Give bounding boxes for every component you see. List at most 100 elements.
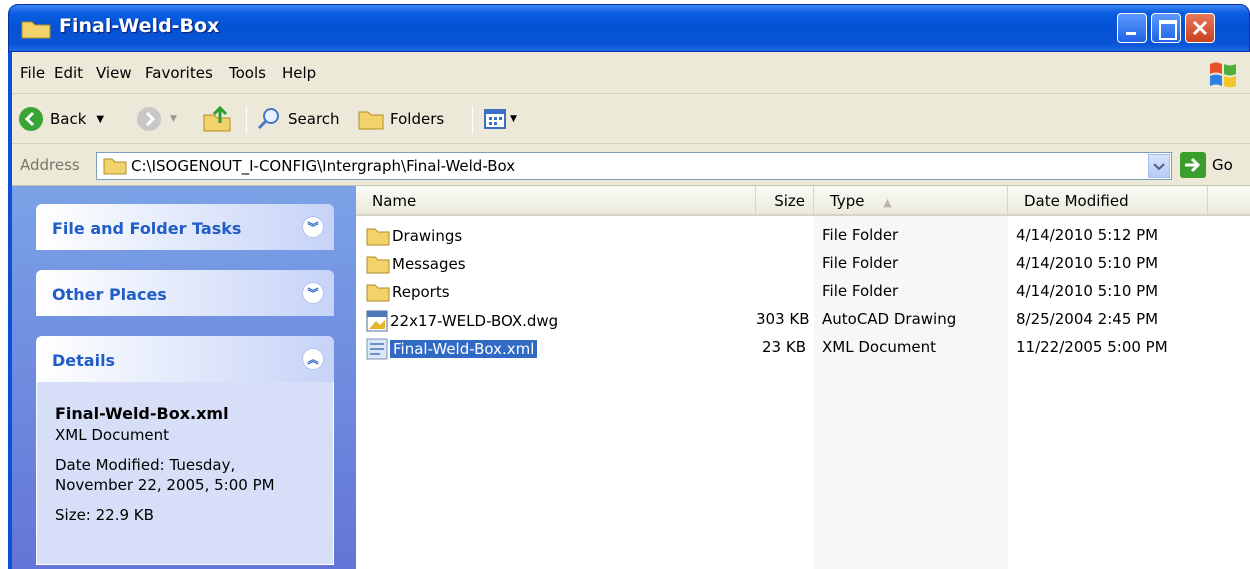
details-file-type: XML Document	[55, 426, 170, 444]
file-row[interactable]: Final-Weld-Box.xml 23 KB XML Document 11/22…	[356, 334, 1250, 362]
column-header-filler	[1208, 186, 1250, 216]
file-type: AutoCAD Drawing	[822, 310, 957, 328]
views-button[interactable]: ▼	[484, 104, 517, 134]
details-header[interactable]: Details ︽	[36, 336, 334, 382]
column-type-label: Type	[830, 192, 865, 210]
address-path: C:\ISOGENOUT_I-CONFIG\Intergraph\Final-W…	[131, 157, 516, 175]
collapse-chevron-icon[interactable]: ︽	[302, 348, 324, 370]
file-row[interactable]: 22x17-WELD-BOX.dwg 303 KB AutoCAD Drawing 8…	[356, 306, 1250, 334]
menu-tools[interactable]: Tools	[229, 64, 266, 82]
column-header-date-modified[interactable]: Date Modified	[1008, 186, 1208, 216]
window-title: Final-Weld-Box	[59, 15, 220, 37]
file-row[interactable]: Drawings File Folder 4/14/2010 5:12 PM	[356, 222, 1250, 250]
file-row[interactable]: Reports File Folder 4/14/2010 5:10 PM	[356, 278, 1250, 306]
go-button[interactable]: Go	[1180, 152, 1233, 178]
file-folder-tasks-title: File and Folder Tasks	[52, 219, 242, 238]
file-name: Reports	[392, 283, 450, 301]
windows-logo-icon	[1210, 62, 1236, 88]
menu-favorites[interactable]: Favorites	[145, 64, 213, 82]
details-date-modified-cont: November 22, 2005, 5:00 PM	[55, 476, 275, 494]
file-name-cell[interactable]: Reports	[366, 282, 450, 302]
go-label: Go	[1212, 156, 1233, 174]
folder-icon	[366, 282, 390, 302]
other-places-header[interactable]: Other Places ︾	[36, 270, 334, 316]
folders-label: Folders	[390, 110, 445, 128]
close-button[interactable]	[1185, 13, 1215, 43]
file-type: File Folder	[822, 282, 899, 300]
folder-icon	[21, 21, 51, 39]
maximize-button[interactable]	[1151, 13, 1181, 43]
search-label: Search	[288, 110, 340, 128]
file-name: Drawings	[392, 227, 463, 245]
file-name: 22x17-WELD-BOX.dwg	[390, 312, 559, 330]
task-pane: File and Folder Tasks ︾ Other Places ︾ D…	[12, 186, 356, 569]
back-arrow-icon	[19, 107, 43, 131]
back-button[interactable]: Back ▼	[18, 104, 104, 134]
file-date-modified: 8/25/2004 2:45 PM	[1016, 310, 1159, 328]
back-dropdown-icon[interactable]: ▼	[96, 114, 104, 125]
file-date-modified: 4/14/2010 5:10 PM	[1016, 282, 1159, 300]
details-file-name: Final-Weld-Box.xml	[55, 404, 229, 423]
file-type: File Folder	[822, 226, 899, 244]
column-header-type[interactable]: Type ▲	[814, 186, 1008, 216]
dwg-file-icon	[366, 310, 388, 332]
column-header-size[interactable]: Size	[756, 186, 814, 216]
menu-help[interactable]: Help	[282, 64, 316, 82]
file-name: Messages	[392, 255, 466, 273]
menu-view[interactable]: View	[96, 64, 132, 82]
column-header-name[interactable]: Name	[356, 186, 756, 216]
address-input[interactable]: C:\ISOGENOUT_I-CONFIG\Intergraph\Final-W…	[96, 152, 1172, 180]
back-label: Back	[50, 110, 87, 128]
title-bar[interactable]: Final-Weld-Box	[8, 4, 1250, 52]
column-date-label: Date Modified	[1024, 192, 1129, 210]
folder-icon	[366, 226, 390, 246]
toolbar-separator	[472, 106, 473, 134]
menu-bar: File Edit View Favorites Tools Help	[12, 52, 1250, 94]
minimize-button[interactable]	[1117, 13, 1147, 43]
details-title: Details	[52, 351, 116, 370]
file-name-cell[interactable]: Final-Weld-Box.xml	[366, 338, 539, 360]
details-size: Size: 22.9 KB	[55, 506, 154, 524]
file-list[interactable]: Name Size Type ▲ Date Modified Drawings F…	[356, 186, 1250, 569]
details-panel: Final-Weld-Box.xml XML Document Date Mod…	[36, 382, 334, 565]
up-folder-button[interactable]	[202, 104, 232, 134]
file-date-modified: 4/14/2010 5:10 PM	[1016, 254, 1159, 272]
folders-icon	[358, 111, 384, 130]
menu-file[interactable]: File	[20, 64, 45, 82]
forward-dropdown-icon[interactable]: ▼	[170, 114, 177, 124]
xml-file-icon	[366, 338, 388, 360]
views-icon	[484, 109, 506, 129]
sort-ascending-icon: ▲	[883, 196, 892, 209]
file-type: XML Document	[822, 338, 937, 356]
column-size-label: Size	[774, 192, 805, 210]
address-label: Address	[20, 156, 80, 174]
views-dropdown-icon: ▼	[510, 114, 517, 124]
file-date-modified: 4/14/2010 5:12 PM	[1016, 226, 1159, 244]
menu-edit[interactable]: Edit	[54, 64, 83, 82]
search-button[interactable]: Search	[256, 104, 340, 134]
forward-arrow-icon	[137, 107, 161, 131]
expand-chevron-icon[interactable]: ︾	[302, 216, 324, 238]
close-icon	[1192, 20, 1208, 36]
column-name-label: Name	[372, 192, 417, 210]
forward-button[interactable]: ▼	[136, 104, 177, 134]
file-size: 23 KB	[762, 338, 806, 356]
folders-button[interactable]: Folders	[358, 104, 444, 134]
up-folder-icon	[203, 105, 231, 132]
file-name: Final-Weld-Box.xml	[388, 339, 539, 359]
file-folder-tasks-header[interactable]: File and Folder Tasks ︾	[36, 204, 334, 250]
toolbar: Back ▼ ▼ Search Folders ▼	[12, 94, 1250, 144]
file-date-modified: 11/22/2005 5:00 PM	[1016, 338, 1168, 356]
folder-icon	[103, 158, 127, 175]
file-name-cell[interactable]: Drawings	[366, 226, 462, 246]
expand-chevron-icon[interactable]: ︾	[302, 282, 324, 304]
file-row[interactable]: Messages File Folder 4/14/2010 5:10 PM	[356, 250, 1250, 278]
go-arrow-icon	[1180, 152, 1206, 178]
chevron-down-icon	[1153, 163, 1165, 171]
other-places-title: Other Places	[52, 285, 167, 304]
file-name-cell[interactable]: Messages	[366, 254, 466, 274]
address-dropdown-button[interactable]	[1148, 154, 1170, 178]
details-date-modified: Date Modified: Tuesday,	[55, 456, 236, 474]
file-size: 303 KB	[756, 310, 810, 328]
file-name-cell[interactable]: 22x17-WELD-BOX.dwg	[366, 310, 558, 332]
